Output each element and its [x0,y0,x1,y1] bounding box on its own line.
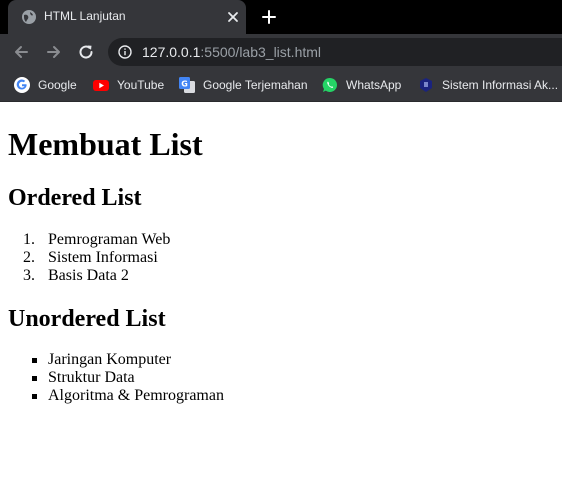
url-host: 127.0.0.1 [142,44,201,60]
list-marker: 1. [23,231,35,248]
bookmarks-bar: Google YouTube G Google Terjemahan Whats… [0,70,562,102]
whatsapp-icon [322,77,337,92]
bookmark-label: Sistem Informasi Ak... [442,78,559,92]
youtube-icon [93,80,109,91]
page-title: Membuat List [8,126,203,162]
university-icon [420,78,432,92]
list-item-text: Jaringan Komputer [48,351,172,368]
list-item-text: Sistem Informasi [48,249,158,266]
square-bullet-icon [32,376,37,381]
bookmark-label: Google Terjemahan [203,78,308,92]
forward-arrow-icon[interactable] [45,43,63,61]
ordered-list-heading: Ordered List [8,185,142,211]
list-item-text: Algoritma & Pemrograman [48,387,224,404]
square-bullet-icon [32,358,37,363]
new-tab-icon[interactable] [261,9,277,25]
close-icon[interactable] [226,10,240,24]
list-item-text: Pemrograman Web [48,231,171,248]
list-marker: 3. [23,267,35,284]
list-item-text: Basis Data 2 [48,267,129,284]
unordered-list-heading: Unordered List [8,306,166,332]
url-path: :5500/lab3_list.html [200,44,322,60]
info-icon[interactable] [118,45,132,59]
back-arrow-icon[interactable] [12,43,30,61]
bookmark-label: YouTube [117,78,165,92]
browser-tab[interactable]: HTML Lanjutan [8,0,246,34]
address-bar[interactable]: 127.0.0.1:5500/lab3_list.html [108,38,562,66]
square-bullet-icon [32,394,37,399]
reload-icon[interactable] [77,43,95,61]
url-text[interactable]: 127.0.0.1:5500/lab3_list.html [142,45,321,60]
bookmark-label: WhatsApp [346,78,402,92]
google-translate-icon: G [179,77,195,93]
list-marker: 2. [23,249,35,266]
globe-icon [22,10,36,24]
tab-strip: HTML Lanjutan [0,0,562,34]
google-icon [14,77,30,93]
svg-text:G: G [181,80,188,89]
list-item-text: Struktur Data [48,369,135,386]
bookmark-label: Google [38,78,77,92]
browser-chrome: HTML Lanjutan 127.0.0.1:5500/lab3_list.h… [0,0,562,102]
tab-title: HTML Lanjutan [44,9,126,23]
browser-toolbar: 127.0.0.1:5500/lab3_list.html [0,34,562,70]
